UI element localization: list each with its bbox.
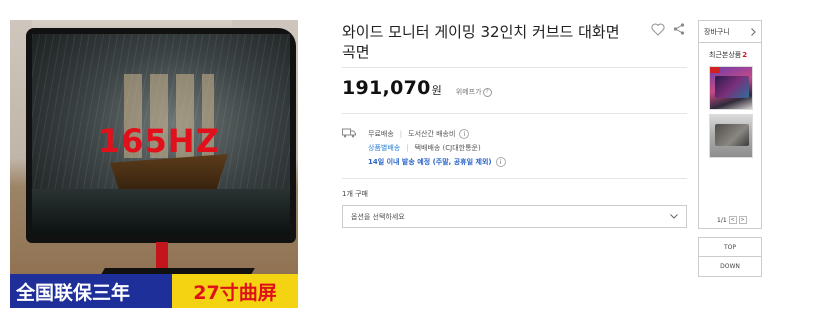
size-text: 27寸曲屏	[172, 274, 298, 308]
product-image[interactable]: 165HZ 全国联保三年 27寸曲屏	[10, 20, 298, 308]
free-shipping-label: 무료배송	[368, 130, 394, 138]
product-banner: 全国联保三年 27寸曲屏	[10, 274, 298, 308]
per-item-shipping-link[interactable]: 상품별배송	[368, 143, 400, 153]
unit-price-label: 위메프가 ?	[456, 87, 492, 97]
option-select[interactable]: 옵션을 선택하세요	[342, 205, 687, 228]
scroll-down-button[interactable]: DOWN	[698, 257, 762, 277]
purchase-label: 1개 구매	[342, 190, 368, 198]
shipping-fee-row: 무료배송 | 도서산간 배송비 i	[368, 129, 470, 139]
cart-button[interactable]: 장바구니	[698, 20, 762, 43]
shipping-eta: 14일 이내 발송 예정 (주말, 공휴일 제외)	[368, 158, 492, 166]
page-indicator: 1/1	[717, 216, 727, 224]
help-icon[interactable]: ?	[482, 87, 492, 97]
refresh-rate-label: 165HZ	[98, 122, 220, 160]
cart-label: 장바구니	[704, 27, 730, 36]
recent-items-box: 최근본상품2 1/1 < >	[698, 43, 762, 229]
warranty-text: 全国联保三年	[16, 281, 131, 304]
price-value: 191,070	[342, 77, 431, 99]
courier-label: 택배배송 (CJ대한통운)	[414, 144, 481, 152]
recent-items-title: 최근본상품2	[709, 50, 747, 60]
sea	[32, 189, 290, 235]
shipping-eta-row: 14일 이내 발송 예정 (주말, 공휴일 제외) i	[368, 157, 506, 167]
recent-item-thumbnail[interactable]	[709, 66, 753, 110]
share-icon[interactable]	[673, 23, 685, 35]
shipping-method-row: 상품별배송 | 택배배송 (CJ대한통운)	[368, 143, 481, 153]
truck-icon	[342, 128, 356, 138]
quick-sidebar: 장바구니 최근본상품2 1/1 < > TOP DOWN	[698, 20, 762, 277]
info-icon[interactable]: i	[495, 157, 506, 167]
recent-item-thumbnail[interactable]	[709, 114, 753, 158]
unit-price-text: 위메프가	[455, 88, 482, 96]
price-unit: 원	[431, 84, 442, 97]
prev-page-button[interactable]: <	[728, 216, 737, 224]
next-page-button[interactable]: >	[738, 216, 747, 224]
recent-items-count: 2	[742, 51, 748, 59]
divider	[342, 113, 687, 114]
divider	[342, 178, 687, 179]
remote-shipping-label: 도서산간 배송비	[408, 130, 456, 138]
option-placeholder: 옵션을 선택하세요	[351, 212, 405, 221]
recent-pager: 1/1 < >	[717, 216, 747, 224]
chevron-down-icon	[670, 214, 678, 219]
product-title: 와이드 모니터 게이밍 32인치 커브드 대화면 곡면	[342, 23, 620, 61]
price-block: 191,070 원 위메프가 ?	[342, 77, 492, 99]
heart-icon[interactable]	[651, 23, 665, 36]
scroll-top-button[interactable]: TOP	[698, 237, 762, 257]
info-icon[interactable]: i	[459, 129, 470, 139]
recent-items-label: 최근본상품	[709, 51, 742, 59]
divider	[342, 67, 687, 68]
chevron-right-icon	[751, 27, 756, 36]
